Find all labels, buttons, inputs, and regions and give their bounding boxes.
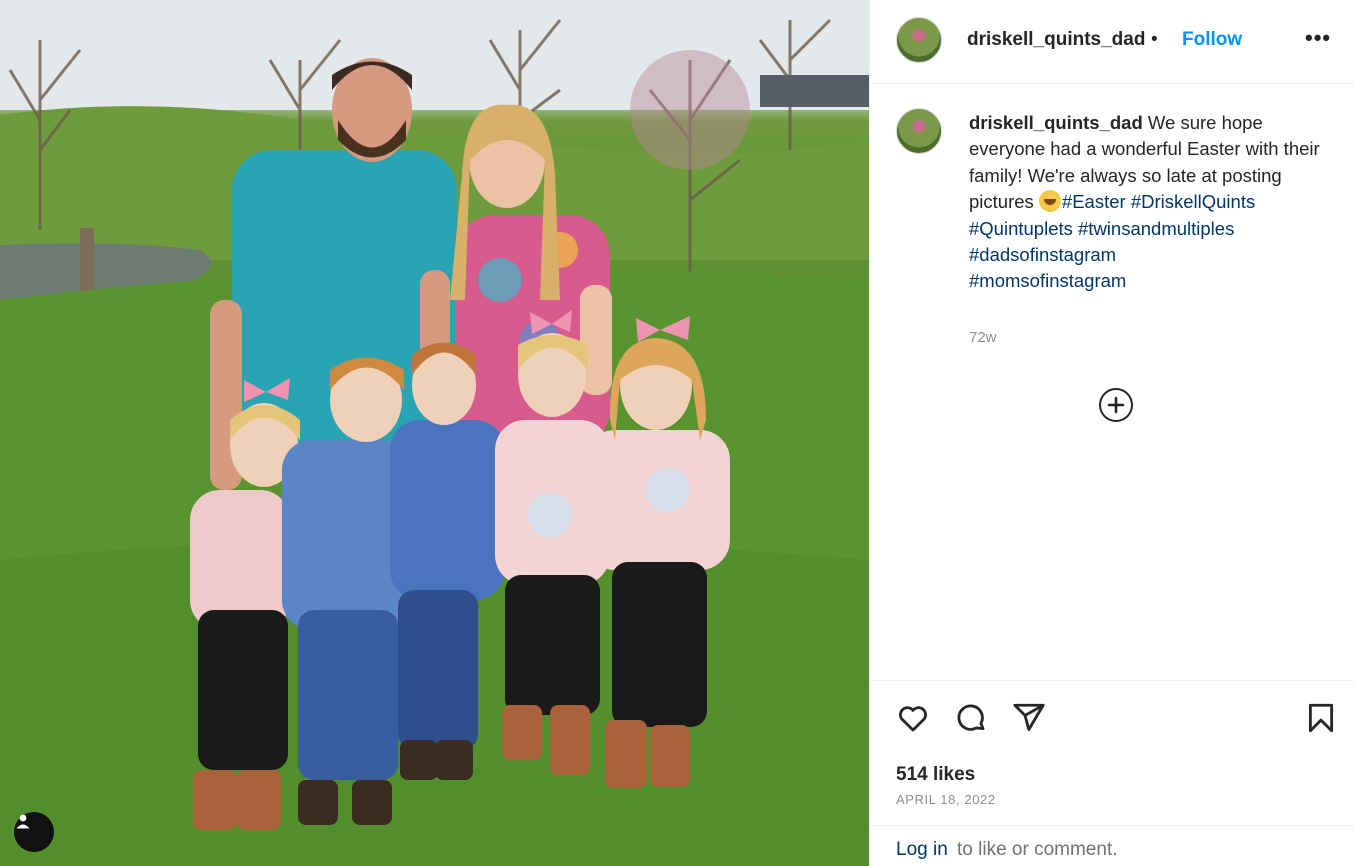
load-more-comments-button[interactable]	[1099, 388, 1133, 422]
bookmark-icon[interactable]	[1304, 701, 1338, 735]
hashtag-quintuplets[interactable]: #Quintuplets	[969, 218, 1073, 239]
post-details-panel: driskell_quints_dad • Follow ••• driskel…	[869, 0, 1354, 866]
user-tag-icon	[16, 814, 30, 829]
likes-count[interactable]: 514 likes	[896, 764, 975, 786]
post-actions: 514 likes APRIL 18, 2022	[870, 680, 1354, 825]
hashtag-easter[interactable]: #Easter	[1062, 191, 1126, 212]
tagged-users-button[interactable]	[14, 812, 54, 852]
post-header: driskell_quints_dad • Follow •••	[870, 0, 1354, 84]
post-photo[interactable]	[0, 0, 869, 866]
plus-circle-icon	[1107, 396, 1125, 414]
login-prompt: Log in to like or comment.	[870, 825, 1354, 866]
hashtag-driskellquints[interactable]: #DriskellQuints	[1131, 191, 1255, 212]
separator-dot: •	[1151, 29, 1158, 50]
family-photo-illustration	[0, 0, 869, 866]
caption-avatar[interactable]	[896, 108, 942, 154]
follow-button[interactable]: Follow	[1182, 29, 1242, 51]
more-options-icon[interactable]: •••	[1305, 25, 1331, 51]
post-caption: driskell_quints_dad We sure hope everyon…	[969, 110, 1329, 295]
comment-icon[interactable]	[954, 701, 988, 735]
send-icon[interactable]	[1012, 701, 1046, 735]
header-username[interactable]: driskell_quints_dad	[967, 29, 1145, 51]
hashtag-twinsandmultiples[interactable]: #twinsandmultiples	[1078, 218, 1234, 239]
heart-icon[interactable]	[896, 701, 930, 735]
login-prompt-text: to like or comment.	[957, 839, 1118, 860]
avatar[interactable]	[896, 17, 942, 63]
laughing-face-emoji-icon	[1038, 190, 1061, 213]
hashtag-dadsofinstagram[interactable]: #dadsofinstagram	[969, 244, 1116, 265]
hashtag-momsofinstagram[interactable]: #momsofinstagram	[969, 270, 1126, 291]
login-link[interactable]: Log in	[896, 839, 948, 861]
post-date[interactable]: APRIL 18, 2022	[896, 792, 996, 807]
caption-username[interactable]: driskell_quints_dad	[969, 112, 1143, 133]
caption-time-ago[interactable]: 72w	[969, 329, 997, 346]
